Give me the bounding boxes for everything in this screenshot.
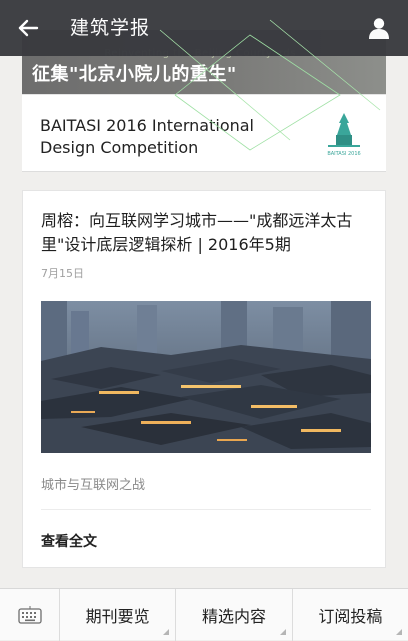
submenu-indicator-icon (163, 629, 170, 635)
article-title[interactable]: 周榕：向互联网学习城市——"成都远洋太古里"设计底层逻辑探析 | 2016年5期 (41, 209, 371, 257)
menu-journal-overview[interactable]: 期刊要览 (60, 589, 177, 641)
submenu-indicator-icon (279, 629, 286, 635)
banner-caption: 征集"北京小院儿的重生" (32, 64, 237, 85)
article-card[interactable]: 周榕：向互联网学习城市——"成都远洋太古里"设计底层逻辑探析 | 2016年5期… (22, 190, 386, 568)
competition-title: BAITASI 2016 International Design Compet… (40, 116, 254, 157)
article-cover-image[interactable] (41, 301, 371, 453)
menu-label: 精选内容 (201, 607, 266, 626)
keyboard-icon[interactable] (0, 589, 60, 641)
menu-label: 订阅投稿 (318, 607, 383, 626)
profile-icon[interactable] (364, 13, 394, 43)
competition-card[interactable]: BAITASI 2016 International Design Compet… (22, 94, 386, 172)
bottom-menu: 期刊要览 精选内容 订阅投稿 (0, 588, 408, 641)
article-feed[interactable]: Reinventing the Beijing Courtyards 征集"北京… (0, 0, 408, 588)
logo-text: BAITASI 2016 (327, 151, 360, 157)
menu-label: 期刊要览 (85, 607, 150, 626)
top-navbar: 建筑学报 (0, 0, 408, 56)
divider (41, 509, 371, 510)
menu-featured-content[interactable]: 精选内容 (176, 589, 293, 641)
back-arrow-icon[interactable] (14, 14, 42, 42)
article-summary: 城市与互联网之战 (41, 478, 146, 493)
menu-subscribe-submit[interactable]: 订阅投稿 (293, 589, 408, 641)
read-full-text-link[interactable]: 查看全文 (41, 531, 97, 551)
submenu-indicator-icon (395, 629, 402, 635)
page-title: 建筑学报 (70, 17, 151, 39)
article-date: 7月15日 (41, 267, 84, 280)
baitasi-logo: BAITASI 2016 (316, 109, 372, 161)
